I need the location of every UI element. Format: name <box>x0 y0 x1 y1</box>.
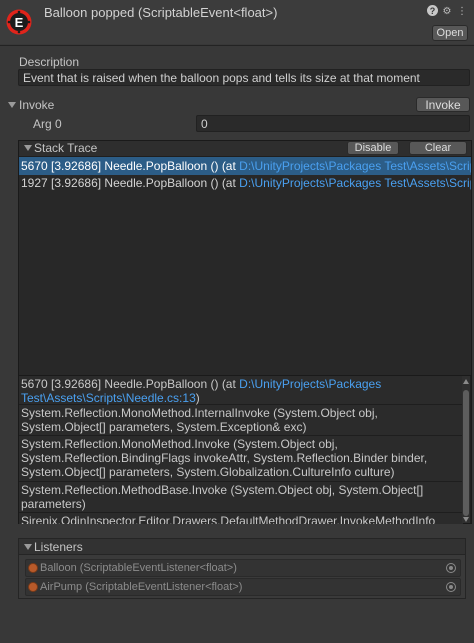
stack-trace-detail-entry[interactable]: Sirenix.OdinInspector.Editor.Drawers.Def… <box>19 514 463 524</box>
object-picker-icon[interactable] <box>446 563 456 573</box>
detail-entry-text: 5670 [3.92686] Needle.PopBalloon () (at <box>21 377 240 391</box>
stack-trace-row-text: 1927 [3.92686] Needle.PopBalloon () (at <box>21 176 240 190</box>
listeners-list: Balloon (ScriptableEventListener<float>)… <box>18 555 466 599</box>
stack-trace-row-text: 5670 [3.92686] Needle.PopBalloon () (at <box>21 159 240 173</box>
stack-trace-detail-entry[interactable]: 5670 [3.92686] Needle.PopBalloon () (at … <box>19 377 463 405</box>
object-picker-icon[interactable] <box>446 582 456 592</box>
svg-text:E: E <box>15 15 24 30</box>
script-object-icon <box>28 582 38 592</box>
script-object-icon <box>28 563 38 573</box>
disable-button[interactable]: Disable <box>347 141 399 155</box>
listener-object-field[interactable]: AirPump (ScriptableEventListener<float>) <box>25 578 461 596</box>
stack-trace-detail[interactable]: 5670 [3.92686] Needle.PopBalloon () (at … <box>19 376 463 524</box>
listener-label: Balloon (ScriptableEventListener<float>) <box>40 562 237 574</box>
listeners-header[interactable]: Listeners <box>18 538 466 555</box>
stack-trace-header: Stack Trace Disable Clear <box>19 141 471 156</box>
stack-trace-foldout-arrow-icon[interactable] <box>24 145 32 151</box>
stack-trace-detail-entry[interactable]: System.Reflection.MonoMethod.Invoke (Sys… <box>19 437 463 482</box>
stack-trace-detail-entry[interactable]: System.Reflection.MonoMethod.InternalInv… <box>19 406 463 436</box>
listener-object-field[interactable]: Balloon (ScriptableEventListener<float>) <box>25 559 461 577</box>
inspector-header: E Balloon popped (ScriptableEvent<float>… <box>0 0 474 44</box>
stack-trace-detail-entry[interactable]: System.Reflection.MethodBase.Invoke (Sys… <box>19 483 463 513</box>
description-label: Description <box>19 55 80 69</box>
listener-label: AirPump (ScriptableEventListener<float>) <box>40 581 243 593</box>
asset-title: Balloon popped (ScriptableEvent<float>) <box>44 5 278 20</box>
arg-0-label: Arg 0 <box>33 117 62 131</box>
stack-trace-row[interactable]: 5670 [3.92686] Needle.PopBalloon () (at … <box>19 157 471 175</box>
arg-0-field[interactable]: 0 <box>196 115 470 132</box>
context-menu-icon[interactable]: ⋮ <box>456 5 468 17</box>
detail-entry-link[interactable]: D:\UnityProjects\Packages <box>239 377 381 391</box>
listeners-foldout-arrow-icon[interactable] <box>24 544 32 550</box>
detail-entry-text: ) <box>195 391 200 405</box>
stack-trace-panel: Stack Trace Disable Clear 5670 [3.92686]… <box>18 140 472 524</box>
stack-trace-row-link[interactable]: D:\UnityProjects\Packages Test\Assets\Sc… <box>239 159 471 173</box>
header-divider <box>0 45 474 46</box>
listeners-section: Listeners Balloon (ScriptableEventListen… <box>18 538 466 600</box>
settings-icon[interactable]: ⚙ <box>441 5 453 17</box>
scroll-down-arrow-icon[interactable] <box>463 517 469 522</box>
invoke-section-label[interactable]: Invoke <box>19 98 54 112</box>
stack-trace-list[interactable]: 5670 [3.92686] Needle.PopBalloon () (at … <box>19 157 471 375</box>
invoke-button[interactable]: Invoke <box>416 97 470 112</box>
detail-entry-link[interactable]: Test\Assets\Scripts\Needle.cs:13 <box>21 391 196 405</box>
listeners-label[interactable]: Listeners <box>34 540 83 554</box>
stack-trace-label[interactable]: Stack Trace <box>34 141 97 155</box>
invoke-foldout-arrow-icon[interactable] <box>8 102 16 108</box>
scroll-up-arrow-icon[interactable] <box>463 379 469 384</box>
scrollbar-thumb[interactable] <box>463 390 469 516</box>
description-field[interactable]: Event that is raised when the balloon po… <box>18 69 470 86</box>
scriptable-event-logo-icon: E <box>6 9 32 35</box>
open-button[interactable]: Open <box>432 25 468 41</box>
detail-scrollbar[interactable] <box>462 376 470 523</box>
stack-trace-row[interactable]: 1927 [3.92686] Needle.PopBalloon () (at … <box>19 174 471 192</box>
stack-trace-row-link[interactable]: D:\UnityProjects\Packages Test\Assets\Sc… <box>239 176 471 190</box>
clear-button[interactable]: Clear <box>409 141 467 155</box>
header-icons: ? ⚙ ⋮ <box>427 5 468 17</box>
help-icon[interactable]: ? <box>427 5 438 16</box>
